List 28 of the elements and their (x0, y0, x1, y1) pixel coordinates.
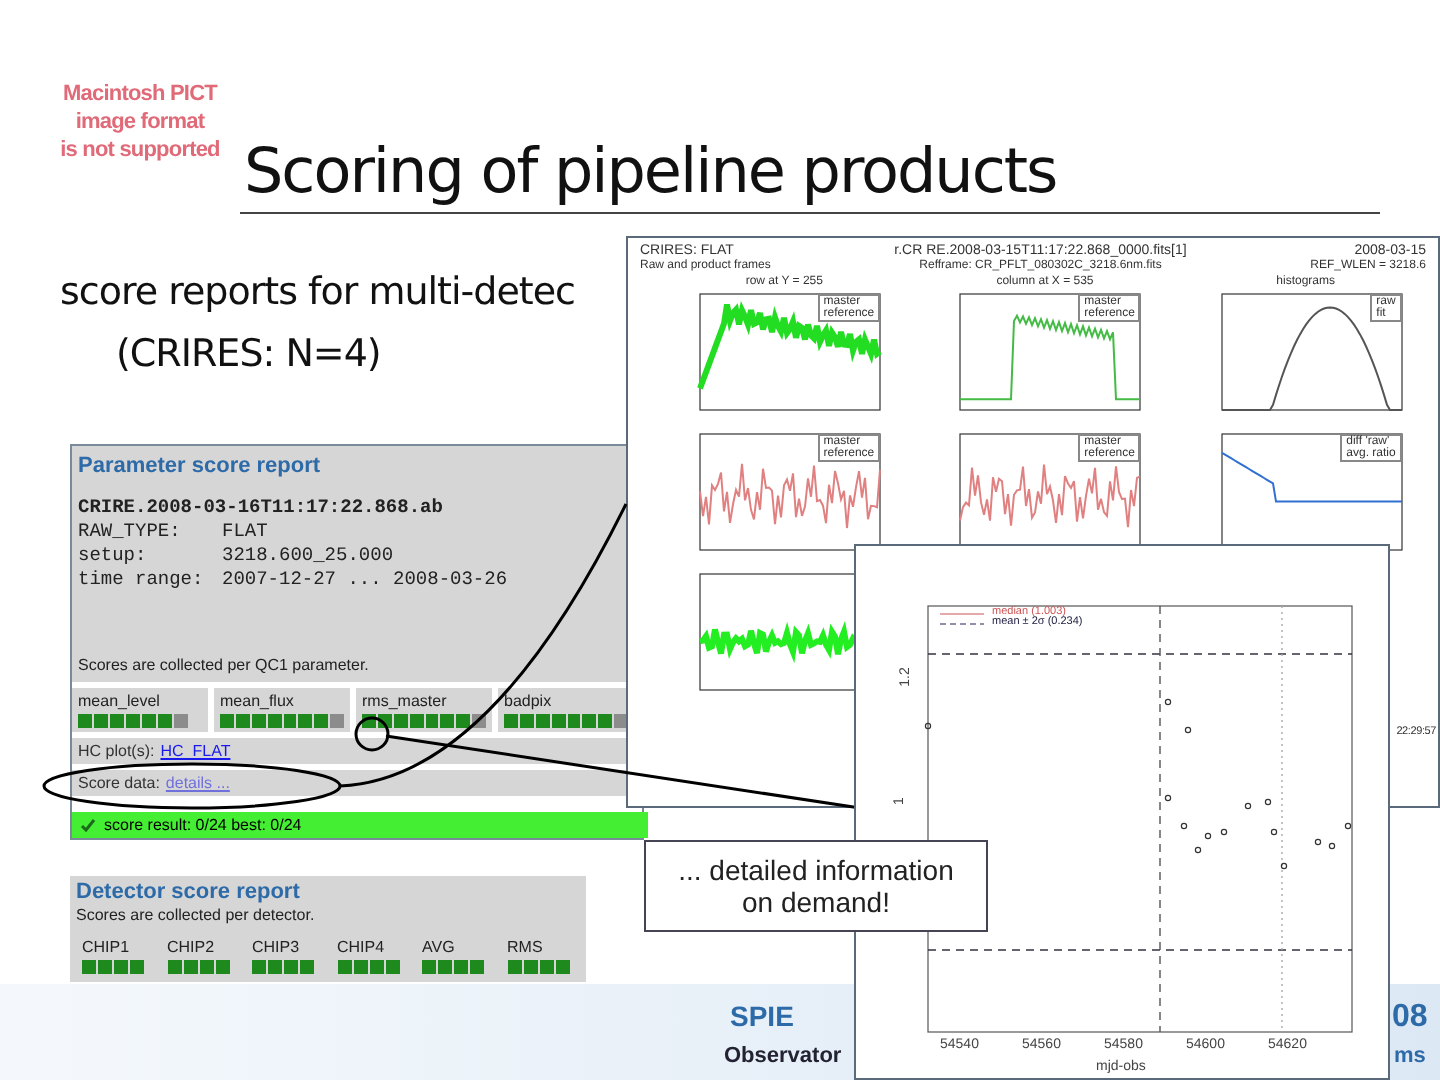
result-text: score result: 0/24 best: 0/24 (104, 816, 302, 834)
line-label: HC plot(s): (78, 742, 155, 760)
field-label: setup: (78, 544, 149, 566)
line-label: Score data: (78, 774, 160, 792)
footer-text: 08 (1392, 1000, 1428, 1036)
field-value: 3218.600_25.000 (222, 544, 394, 566)
slide-title: Scoring of pipeline products (244, 136, 1057, 208)
field-value: 2007-12-27 ... 2008-03-26 (222, 568, 508, 590)
footer-text: SPIE (730, 1000, 794, 1032)
parameter-score: mean_flux (214, 688, 350, 732)
image-unsupported-notice: Macintosh PICT image format is not supported (58, 80, 222, 164)
field-value: FLAT (222, 520, 268, 542)
plot-link[interactable]: HC_FLAT (160, 742, 231, 760)
field-label: RAW_TYPE: (78, 520, 183, 542)
report-file: CRIRE.2008-03-16T11:17:22.868.ab (78, 496, 445, 518)
footer-text: ms (1394, 1044, 1426, 1068)
field-label: time range: (78, 568, 206, 590)
footer-text: Observator (724, 1044, 842, 1068)
report-heading: Parameter score report (78, 454, 323, 478)
callout-box: ... detailed information on demand! (644, 840, 988, 932)
report-heading: Detector score report (76, 880, 302, 904)
parameter-score: rms_master (356, 688, 492, 732)
report-note: Scores are collected per detector. (76, 906, 317, 924)
bullet-text: score reports for multi-detec (60, 270, 575, 314)
parameter-score: mean_level (72, 688, 208, 732)
check-icon (80, 818, 96, 832)
report-note: Scores are collected per QC1 parameter. (78, 656, 371, 674)
bullet-text: (CRIRES: N=4) (116, 332, 381, 376)
